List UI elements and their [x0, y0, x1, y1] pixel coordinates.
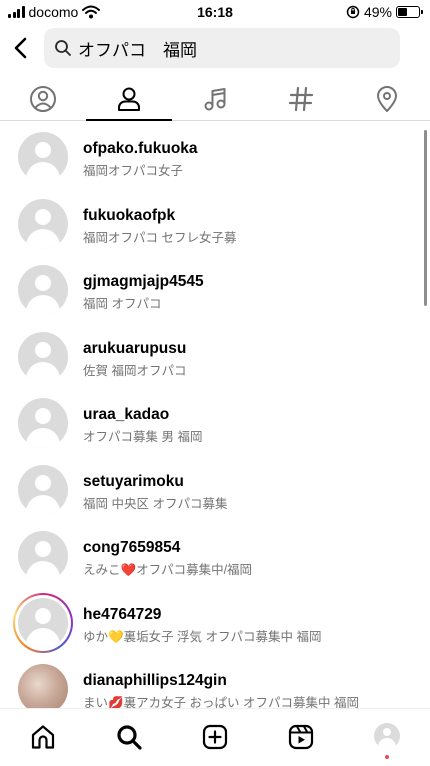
username: arukuarupusu	[83, 340, 187, 357]
user-subtitle: 福岡オフパコ女子	[83, 164, 184, 178]
nav-create[interactable]	[172, 709, 258, 766]
profile-avatar	[374, 723, 400, 749]
list-item[interactable]: he4764729 ゆか💛裏垢女子 浮気 オフパコ募集中 福岡	[0, 593, 430, 660]
avatar[interactable]	[18, 332, 68, 382]
person-icon	[118, 87, 140, 111]
user-subtitle: 福岡 オフパコ	[83, 297, 162, 311]
user-subtitle: 佐賀 福岡オフパコ	[83, 364, 187, 378]
music-note-icon	[204, 88, 226, 111]
tab-accounts[interactable]	[86, 78, 172, 121]
reels-icon	[288, 724, 314, 750]
user-subtitle: えみこ❤️オフパコ募集中/福岡	[83, 563, 253, 577]
nav-home[interactable]	[0, 709, 86, 766]
user-subtitle: 福岡オフパコ セフレ女子募	[83, 231, 237, 245]
avatar[interactable]	[18, 465, 68, 515]
username: ofpako.fukuoka	[83, 140, 198, 157]
search-header	[0, 28, 430, 68]
hashtag-icon	[288, 86, 314, 112]
tab-top[interactable]	[0, 78, 86, 120]
user-subtitle: ゆか💛裏垢女子 浮気 オフパコ募集中 福岡	[83, 630, 322, 644]
user-subtitle: 福岡 中央区 オフパコ募集	[83, 497, 228, 511]
avatar[interactable]	[18, 199, 68, 249]
profile-circle-icon	[30, 86, 56, 112]
nav-search[interactable]	[86, 709, 172, 766]
list-item[interactable]: setuyarimoku 福岡 中央区 オフパコ募集	[0, 461, 430, 527]
notification-dot	[385, 755, 389, 759]
user-subtitle: まい💋裏アカ女子 おっぱい オフパコ募集中 福岡	[83, 696, 359, 708]
battery-percent: 49%	[363, 4, 392, 20]
search-icon	[55, 40, 71, 56]
back-arrow-icon[interactable]	[10, 36, 32, 60]
list-item[interactable]: ofpako.fukuoka 福岡オフパコ女子	[0, 128, 430, 194]
orientation-lock-icon	[346, 5, 360, 19]
create-icon	[202, 724, 228, 750]
nav-reels[interactable]	[258, 709, 344, 766]
avatar-photo[interactable]	[18, 664, 68, 708]
avatar[interactable]	[18, 598, 68, 648]
avatar[interactable]	[18, 398, 68, 448]
battery-icon	[396, 6, 423, 18]
list-item[interactable]: cong7659854 えみこ❤️オフパコ募集中/福岡	[0, 527, 430, 593]
search-icon	[117, 725, 142, 750]
username: fukuokaofpk	[83, 207, 176, 224]
status-right: 49%	[346, 4, 423, 20]
username: gjmagmjajp4545	[83, 273, 204, 290]
tab-tags[interactable]	[258, 78, 344, 120]
list-item[interactable]: arukuarupusu 佐賀 福岡オフパコ	[0, 328, 430, 394]
username: he4764729	[83, 606, 162, 623]
search-bar[interactable]	[44, 28, 400, 68]
username: uraa_kadao	[83, 406, 170, 423]
bottom-nav	[0, 708, 430, 766]
list-item[interactable]: fukuokaofpk 福岡オフパコ セフレ女子募	[0, 195, 430, 261]
user-subtitle: オフパコ募集 男 福岡	[83, 430, 203, 444]
avatar[interactable]	[18, 132, 68, 182]
avatar[interactable]	[18, 531, 68, 581]
list-item[interactable]: uraa_kadao オフパコ募集 男 福岡	[0, 394, 430, 460]
results-list: ofpako.fukuoka 福岡オフパコ女子 fukuokaofpk 福岡オフ…	[0, 124, 430, 708]
username: cong7659854	[83, 539, 181, 556]
tab-audio[interactable]	[172, 78, 258, 120]
nav-profile[interactable]	[344, 709, 430, 766]
home-icon	[31, 725, 55, 749]
list-item[interactable]: gjmagmjajp4545 福岡 オフパコ	[0, 261, 430, 327]
username: dianaphillips124gin	[83, 672, 227, 689]
location-pin-icon	[377, 86, 397, 112]
scrollbar[interactable]	[424, 130, 427, 306]
search-tabs	[0, 78, 430, 121]
list-item[interactable]: dianaphillips124gin まい💋裏アカ女子 おっぱい オフパコ募集…	[0, 660, 430, 708]
username: setuyarimoku	[83, 473, 184, 490]
tab-places[interactable]	[344, 78, 430, 120]
avatar[interactable]	[18, 265, 68, 315]
status-bar: docomo 16:18 49%	[0, 0, 430, 24]
search-input[interactable]	[78, 38, 378, 58]
